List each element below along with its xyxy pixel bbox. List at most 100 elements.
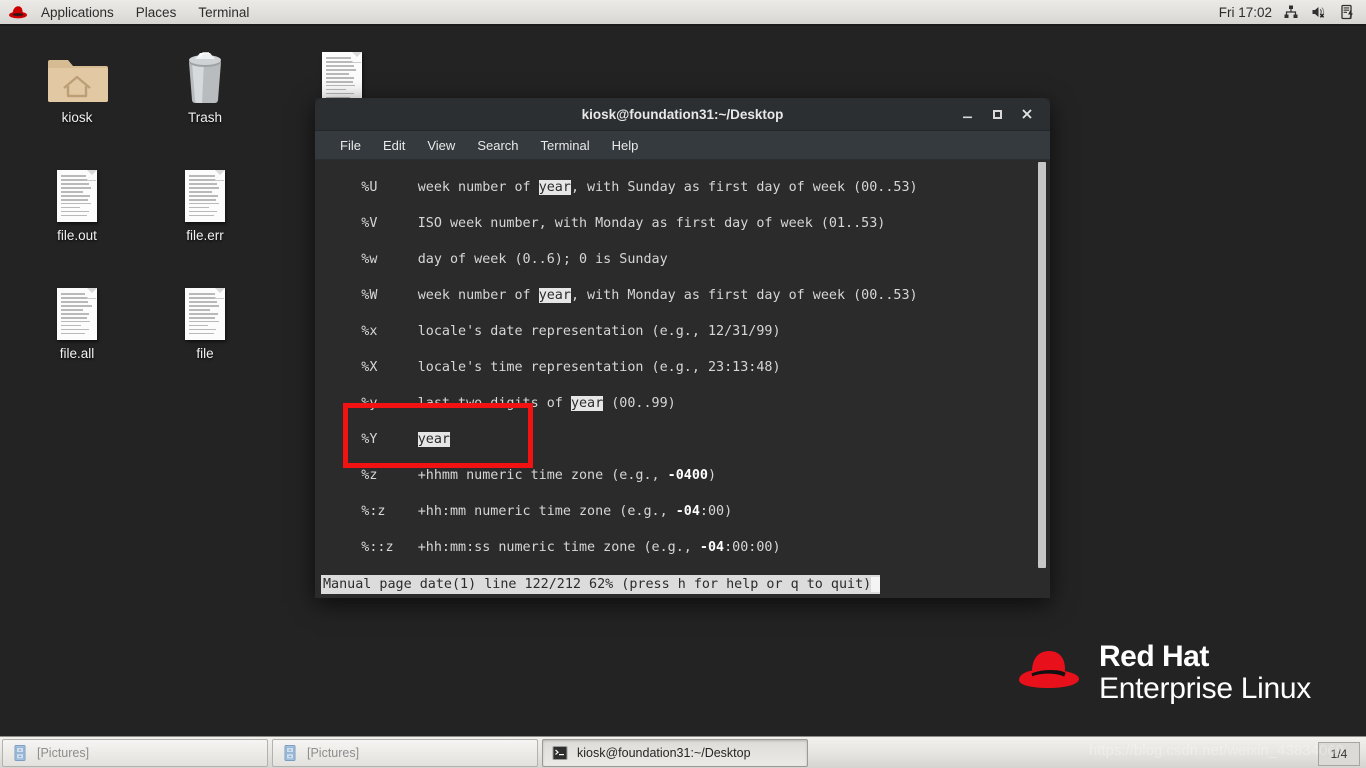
menu-edit[interactable]: Edit [374,136,414,155]
pager-highlight-match: year [570,396,604,411]
scrollbar-thumb[interactable] [1038,162,1046,568]
desktop-icon-label: Trash [187,110,222,125]
desktop-icon-label: file.all [59,346,95,361]
workspace-switcher[interactable]: 1/4 [1318,742,1360,766]
pager-line-code: %W [321,288,418,303]
pager-line-code: %x [321,324,418,339]
taskbar-item-label: [Pictures] [37,745,90,760]
desktop-icon-trash[interactable]: Trash [150,40,260,125]
home-folder-icon [46,40,108,104]
desktop-icon-label: file.err [186,228,224,243]
rhel-wallpaper-logo: Red Hat Enterprise Linux [1013,641,1311,705]
pager-status-text: Manual page date(1) line 122/212 62% (pr… [321,574,881,594]
volume-muted-icon[interactable] [1310,3,1328,21]
pager-line: %z +hhmm numeric time zone (e.g., -0400) [321,458,1034,494]
terminal-window[interactable]: kiosk@foundation31:~/Desktop File Edit V… [315,98,1050,598]
pager-line-text: ISO week number, with Monday as first da… [417,216,886,231]
pager-line-text: :00) [699,504,733,519]
document-icon [57,276,97,340]
pager-line: %U week number of year, with Sunday as f… [321,170,1034,206]
pager-line-text: +hh:mm:ss numeric time zone (e.g., [417,540,700,555]
pager-line: %:z +hh:mm numeric time zone (e.g., -04:… [321,494,1034,530]
trash-icon [177,40,233,104]
document-icon [322,40,362,104]
desktop-screen: Applications Places Terminal Fri 17:02 k… [0,0,1366,768]
desktop-icon-file[interactable]: file [150,276,260,361]
window-controls [952,98,1042,130]
pager-status-line: Manual page date(1) line 122/212 62% (pr… [315,570,1050,598]
file-manager-icon [281,744,299,762]
power-battery-icon[interactable] [1338,3,1356,21]
taskbar-item-pictures-1[interactable]: [Pictures] [2,738,268,767]
pager-line-text: week number of [417,180,539,195]
workspace-indicator-label: 1/4 [1330,747,1348,761]
desktop-icon-kiosk[interactable]: kiosk [22,40,132,125]
pager-status-label: Manual page date(1) line 122/212 62% (pr… [323,576,872,592]
terminal-scrollbar[interactable] [1034,160,1050,572]
terminal-window-title: kiosk@foundation31:~/Desktop [581,106,784,122]
terminal-titlebar[interactable]: kiosk@foundation31:~/Desktop [315,98,1050,131]
rhel-wordmark-line2: Enterprise Linux [1099,671,1311,705]
taskbar-item-pictures-2[interactable]: [Pictures] [272,738,538,767]
pager-line-bold: -0400 [667,468,708,483]
taskbar-item-label: kiosk@foundation31:~/Desktop [577,745,751,760]
pager-line-code: %y [321,396,418,411]
terminal-content-area[interactable]: %U week number of year , with Sunday as f… [315,160,1050,572]
minimize-button[interactable] [952,99,982,129]
desktop-icon-file-all[interactable]: file.all [22,276,132,361]
pager-line: %Y year [321,422,1034,458]
pager-line: %V ISO week number, with Monday as first… [321,206,1034,242]
panel-clock[interactable]: Fri 17:02 [1219,5,1272,20]
pager-line: %X locale's time representation (e.g., 2… [321,350,1034,386]
terminal-icon [551,744,569,762]
top-panel: Applications Places Terminal Fri 17:02 [0,0,1366,26]
panel-menu-terminal[interactable]: Terminal [188,3,259,22]
pager-line-code: %U [321,180,418,195]
maximize-button[interactable] [982,99,1012,129]
pager-line-code: %z [321,468,418,483]
terminal-menubar: File Edit View Search Terminal Help [315,131,1050,160]
pager-line-bold: -04 [699,540,725,555]
menu-help[interactable]: Help [603,136,648,155]
pager-line-text: +hhmm numeric time zone (e.g., [417,468,668,483]
menu-terminal[interactable]: Terminal [532,136,599,155]
desktop-icon-file-out[interactable]: file.out [22,158,132,243]
document-icon [57,158,97,222]
pager-line-code: %::z [321,540,418,555]
network-icon[interactable] [1282,3,1300,21]
pager-line-code: %Y [321,432,418,447]
pager-line-text: day of week (0..6); 0 is Sunday [417,252,668,267]
pager-line: %W week number of year, with Monday as f… [321,278,1034,314]
pager-line-text: +hh:mm numeric time zone (e.g., [417,504,676,519]
close-button[interactable] [1012,99,1042,129]
menu-file[interactable]: File [331,136,370,155]
panel-tray: Fri 17:02 [1219,0,1366,24]
pager-line-bold: -04 [675,504,700,519]
pager-line: %x locale's date representation (e.g., 1… [321,314,1034,350]
pager-line: %::z +hh:mm:ss numeric time zone (e.g., … [321,530,1034,566]
pager-line-code: %V [321,216,418,231]
redhat-logo-icon[interactable] [8,4,28,20]
pager-line-text: , with Monday as first day of week (00..… [570,288,918,303]
pager-line-text: locale's time representation (e.g., 23:1… [417,360,781,375]
pager-line-code: %w [321,252,418,267]
pager-line-text: :00:00) [724,540,781,555]
menu-view[interactable]: View [418,136,464,155]
menu-search[interactable]: Search [468,136,527,155]
desktop-icon-label: file.out [57,228,97,243]
desktop-icon-label: file [196,346,214,361]
document-icon [185,158,225,222]
pager-line: %y last two digits of year (00..99) [321,386,1034,422]
desktop-icon-label: kiosk [61,110,93,125]
text-cursor [871,576,881,592]
pager-line-text: , with Sunday as first day of week (00..… [570,180,918,195]
panel-menu-applications[interactable]: Applications [31,3,124,22]
panel-menu-places[interactable]: Places [126,3,187,22]
file-manager-icon [11,744,29,762]
taskbar-item-terminal[interactable]: kiosk@foundation31:~/Desktop [542,738,808,767]
rhel-wordmark-line1: Red Hat [1099,640,1209,673]
taskbar-item-label: [Pictures] [307,745,360,760]
document-icon [185,276,225,340]
pager-highlight-match: year [538,288,571,303]
desktop-icon-file-err[interactable]: file.err [150,158,260,243]
